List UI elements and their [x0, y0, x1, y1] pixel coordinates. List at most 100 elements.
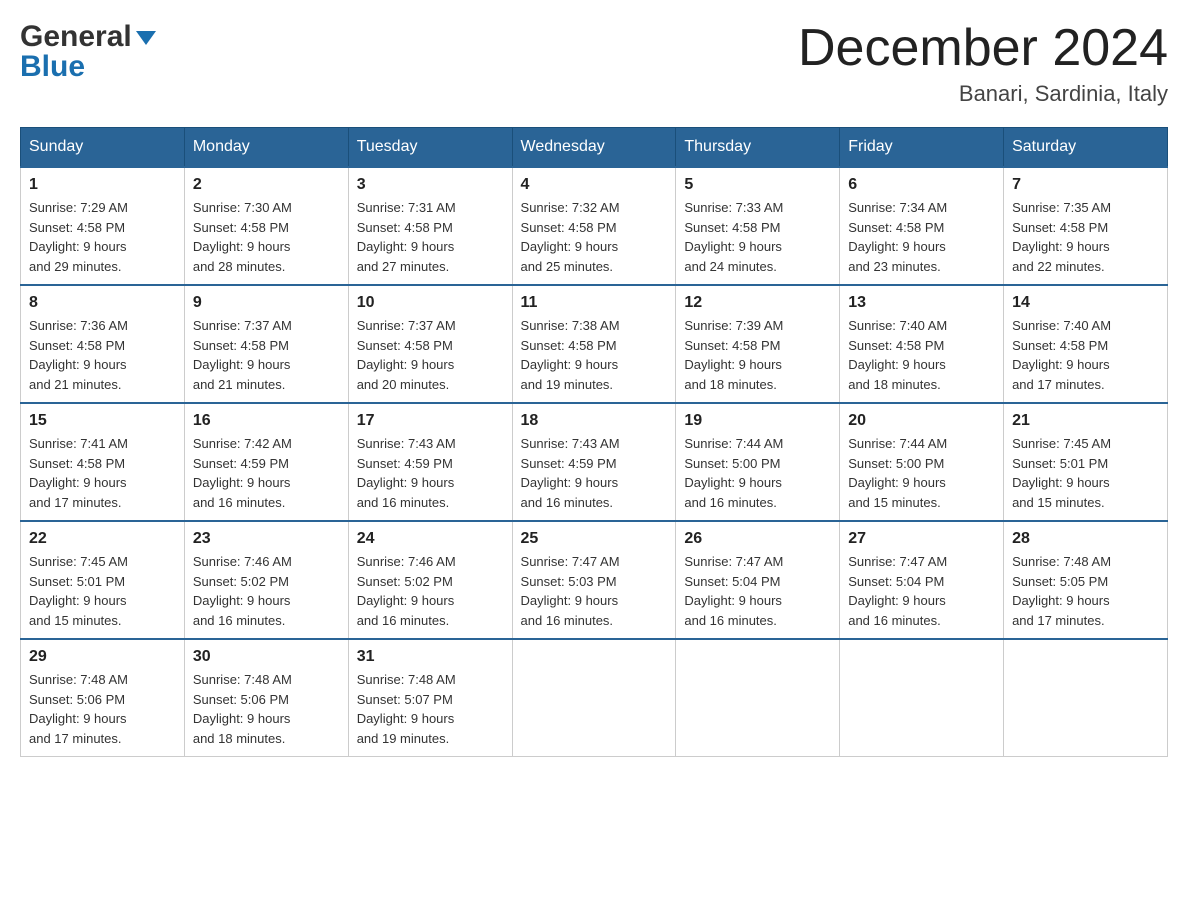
page-header: General Blue December 2024 Banari, Sardi…: [20, 20, 1168, 107]
day-info-11: Sunrise: 7:38 AMSunset: 4:58 PMDaylight:…: [521, 316, 668, 394]
day-number-28: 28: [1012, 530, 1159, 548]
day-info-29: Sunrise: 7:48 AMSunset: 5:06 PMDaylight:…: [29, 670, 176, 748]
day-cell-9: 9 Sunrise: 7:37 AMSunset: 4:58 PMDaylight…: [184, 285, 348, 403]
day-cell-2: 2 Sunrise: 7:30 AMSunset: 4:58 PMDaylight…: [184, 167, 348, 285]
day-cell-23: 23Sunrise: 7:46 AMSunset: 5:02 PMDayligh…: [184, 521, 348, 639]
day-info-27: Sunrise: 7:47 AMSunset: 5:04 PMDaylight:…: [848, 552, 995, 630]
logo-blue-text: Blue: [20, 50, 156, 84]
day-cell-3: 3Sunrise: 7:31 AMSunset: 4:58 PMDaylight…: [348, 167, 512, 285]
day-cell-22: 22 Sunrise: 7:45 AMSunset: 5:01 PMDayligh…: [21, 521, 185, 639]
day-number-14: 14: [1012, 294, 1159, 312]
day-cell-7: 7 Sunrise: 7:35 AMSunset: 4:58 PMDaylight…: [1004, 167, 1168, 285]
day-number-24: 24: [357, 530, 504, 548]
logo: General Blue: [20, 20, 156, 84]
day-info-13: Sunrise: 7:40 AMSunset: 4:58 PMDaylight:…: [848, 316, 995, 394]
day-cell-8: 8 Sunrise: 7:36 AMSunset: 4:58 PMDaylight…: [21, 285, 185, 403]
day-info-26: Sunrise: 7:47 AMSunset: 5:04 PMDaylight:…: [684, 552, 831, 630]
day-number-31: 31: [357, 648, 504, 666]
day-number-30: 30: [193, 648, 340, 666]
day-number-13: 13: [848, 294, 995, 312]
day-info-16: Sunrise: 7:42 AMSunset: 4:59 PMDaylight:…: [193, 434, 340, 512]
header-sunday: Sunday: [21, 128, 185, 168]
week-row-1: 1 Sunrise: 7:29 AMSunset: 4:58 PMDaylight…: [21, 167, 1168, 285]
day-cell-29: 29Sunrise: 7:48 AMSunset: 5:06 PMDayligh…: [21, 639, 185, 757]
day-info-10: Sunrise: 7:37 AMSunset: 4:58 PMDaylight:…: [357, 316, 504, 394]
calendar-table: SundayMondayTuesdayWednesdayThursdayFrid…: [20, 127, 1168, 757]
week-row-5: 29Sunrise: 7:48 AMSunset: 5:06 PMDayligh…: [21, 639, 1168, 757]
header-friday: Friday: [840, 128, 1004, 168]
day-info-14: Sunrise: 7:40 AMSunset: 4:58 PMDaylight:…: [1012, 316, 1159, 394]
day-info-31: Sunrise: 7:48 AMSunset: 5:07 PMDaylight:…: [357, 670, 504, 748]
day-cell-4: 4 Sunrise: 7:32 AMSunset: 4:58 PMDaylight…: [512, 167, 676, 285]
day-number-17: 17: [357, 412, 504, 430]
calendar-header-row: SundayMondayTuesdayWednesdayThursdayFrid…: [21, 128, 1168, 168]
day-number-1: 1: [29, 176, 176, 194]
day-number-12: 12: [684, 294, 831, 312]
day-number-16: 16: [193, 412, 340, 430]
day-cell-15: 15Sunrise: 7:41 AMSunset: 4:58 PMDayligh…: [21, 403, 185, 521]
day-number-5: 5: [684, 176, 831, 194]
day-info-17: Sunrise: 7:43 AMSunset: 4:59 PMDaylight:…: [357, 434, 504, 512]
day-cell-27: 27 Sunrise: 7:47 AMSunset: 5:04 PMDayligh…: [840, 521, 1004, 639]
day-info-7: Sunrise: 7:35 AMSunset: 4:58 PMDaylight:…: [1012, 198, 1159, 276]
header-thursday: Thursday: [676, 128, 840, 168]
day-info-25: Sunrise: 7:47 AMSunset: 5:03 PMDaylight:…: [521, 552, 668, 630]
day-number-22: 22: [29, 530, 176, 548]
day-info-8: Sunrise: 7:36 AMSunset: 4:58 PMDaylight:…: [29, 316, 176, 394]
day-cell-24: 24Sunrise: 7:46 AMSunset: 5:02 PMDayligh…: [348, 521, 512, 639]
day-cell-26: 26 Sunrise: 7:47 AMSunset: 5:04 PMDayligh…: [676, 521, 840, 639]
day-number-7: 7: [1012, 176, 1159, 194]
day-info-4: Sunrise: 7:32 AMSunset: 4:58 PMDaylight:…: [521, 198, 668, 276]
day-cell-31: 31 Sunrise: 7:48 AMSunset: 5:07 PMDayligh…: [348, 639, 512, 757]
day-number-9: 9: [193, 294, 340, 312]
day-cell-20: 20Sunrise: 7:44 AMSunset: 5:00 PMDayligh…: [840, 403, 1004, 521]
day-number-25: 25: [521, 530, 668, 548]
header-saturday: Saturday: [1004, 128, 1168, 168]
logo-general-text: General: [20, 20, 132, 54]
day-info-3: Sunrise: 7:31 AMSunset: 4:58 PMDaylight:…: [357, 198, 504, 276]
day-cell-28: 28 Sunrise: 7:48 AMSunset: 5:05 PMDayligh…: [1004, 521, 1168, 639]
day-info-21: Sunrise: 7:45 AMSunset: 5:01 PMDaylight:…: [1012, 434, 1159, 512]
day-info-30: Sunrise: 7:48 AMSunset: 5:06 PMDaylight:…: [193, 670, 340, 748]
day-number-6: 6: [848, 176, 995, 194]
day-cell-19: 19Sunrise: 7:44 AMSunset: 5:00 PMDayligh…: [676, 403, 840, 521]
day-cell-11: 11 Sunrise: 7:38 AMSunset: 4:58 PMDayligh…: [512, 285, 676, 403]
title-section: December 2024 Banari, Sardinia, Italy: [798, 20, 1168, 107]
day-cell-10: 10 Sunrise: 7:37 AMSunset: 4:58 PMDayligh…: [348, 285, 512, 403]
day-cell-14: 14 Sunrise: 7:40 AMSunset: 4:58 PMDayligh…: [1004, 285, 1168, 403]
day-cell-13: 13 Sunrise: 7:40 AMSunset: 4:58 PMDayligh…: [840, 285, 1004, 403]
week-row-4: 22 Sunrise: 7:45 AMSunset: 5:01 PMDayligh…: [21, 521, 1168, 639]
day-info-2: Sunrise: 7:30 AMSunset: 4:58 PMDaylight:…: [193, 198, 340, 276]
day-cell-25: 25 Sunrise: 7:47 AMSunset: 5:03 PMDayligh…: [512, 521, 676, 639]
day-info-22: Sunrise: 7:45 AMSunset: 5:01 PMDaylight:…: [29, 552, 176, 630]
day-number-15: 15: [29, 412, 176, 430]
day-info-6: Sunrise: 7:34 AMSunset: 4:58 PMDaylight:…: [848, 198, 995, 276]
day-cell-5: 5 Sunrise: 7:33 AMSunset: 4:58 PMDaylight…: [676, 167, 840, 285]
logo-triangle-icon: [136, 31, 156, 45]
day-cell-30: 30 Sunrise: 7:48 AMSunset: 5:06 PMDayligh…: [184, 639, 348, 757]
day-info-9: Sunrise: 7:37 AMSunset: 4:58 PMDaylight:…: [193, 316, 340, 394]
day-number-4: 4: [521, 176, 668, 194]
day-number-10: 10: [357, 294, 504, 312]
day-info-1: Sunrise: 7:29 AMSunset: 4:58 PMDaylight:…: [29, 198, 176, 276]
header-tuesday: Tuesday: [348, 128, 512, 168]
day-cell-21: 21Sunrise: 7:45 AMSunset: 5:01 PMDayligh…: [1004, 403, 1168, 521]
day-cell-12: 12Sunrise: 7:39 AMSunset: 4:58 PMDayligh…: [676, 285, 840, 403]
month-title: December 2024: [798, 20, 1168, 77]
location-text: Banari, Sardinia, Italy: [798, 81, 1168, 107]
day-cell-16: 16 Sunrise: 7:42 AMSunset: 4:59 PMDayligh…: [184, 403, 348, 521]
day-number-2: 2: [193, 176, 340, 194]
week-row-2: 8 Sunrise: 7:36 AMSunset: 4:58 PMDaylight…: [21, 285, 1168, 403]
day-number-26: 26: [684, 530, 831, 548]
day-info-28: Sunrise: 7:48 AMSunset: 5:05 PMDaylight:…: [1012, 552, 1159, 630]
day-info-20: Sunrise: 7:44 AMSunset: 5:00 PMDaylight:…: [848, 434, 995, 512]
day-number-8: 8: [29, 294, 176, 312]
day-number-23: 23: [193, 530, 340, 548]
day-number-11: 11: [521, 294, 668, 312]
day-cell-17: 17 Sunrise: 7:43 AMSunset: 4:59 PMDayligh…: [348, 403, 512, 521]
day-number-27: 27: [848, 530, 995, 548]
logo-line1: General: [20, 20, 156, 54]
empty-cell: [840, 639, 1004, 757]
day-number-19: 19: [684, 412, 831, 430]
day-info-5: Sunrise: 7:33 AMSunset: 4:58 PMDaylight:…: [684, 198, 831, 276]
